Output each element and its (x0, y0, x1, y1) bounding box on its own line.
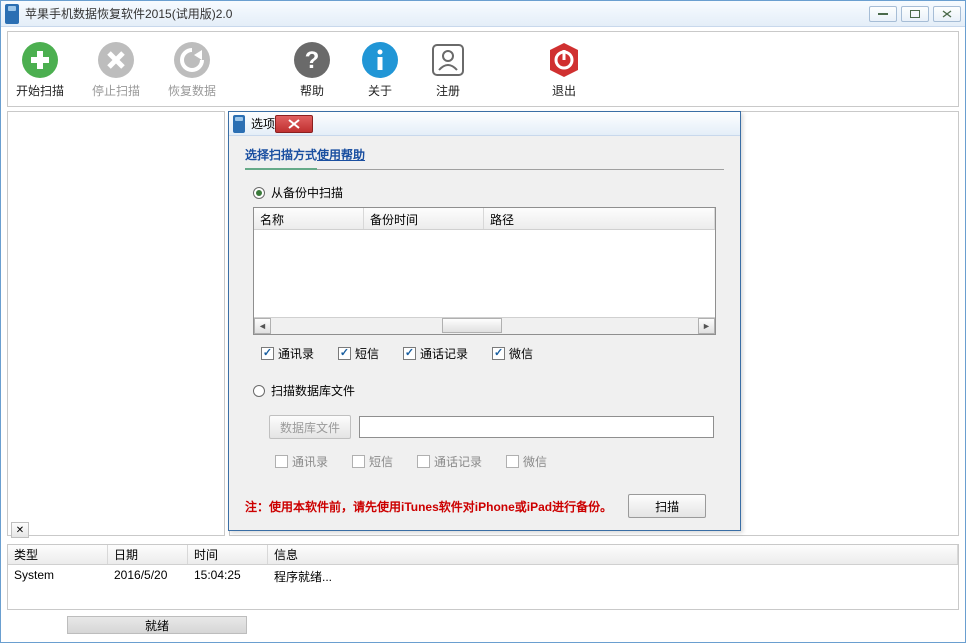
chk-wechat[interactable]: 微信 (492, 345, 533, 362)
checkbox-icon (506, 455, 519, 468)
power-icon (544, 40, 584, 80)
dialog-tabs: 选择扫描方式 使用帮助 (245, 146, 724, 170)
dialog-app-icon (233, 115, 245, 133)
play-plus-icon (20, 40, 60, 80)
log-col-time[interactable]: 时间 (188, 545, 268, 564)
stop-scan-button: 停止扫描 (92, 40, 140, 99)
titlebar: 苹果手机数据恢复软件2015(试用版)2.0 (1, 1, 965, 27)
help-button[interactable]: ? 帮助 (292, 40, 332, 99)
toolbar: 开始扫描 停止扫描 恢复数据 ? 帮助 关于 (7, 31, 959, 107)
log-col-type[interactable]: 类型 (8, 545, 108, 564)
chk-calllog-2: 通话记录 (417, 453, 482, 470)
app-icon (5, 4, 19, 24)
options-dialog: 选项 选择扫描方式 使用帮助 从备份中扫描 名称 备份时间 路径 ◄ ► (228, 111, 741, 531)
log-close-button[interactable]: ✕ (11, 522, 29, 538)
log-header: 类型 日期 时间 信息 (8, 545, 958, 565)
refresh-icon (172, 40, 212, 80)
scan-button[interactable]: 扫描 (628, 494, 706, 518)
scroll-right-icon[interactable]: ► (698, 318, 715, 334)
close-button[interactable] (933, 6, 961, 22)
checkbox-icon (492, 347, 505, 360)
register-button[interactable]: 注册 (428, 40, 468, 99)
start-scan-button[interactable]: 开始扫描 (16, 40, 64, 99)
user-icon (428, 40, 468, 80)
log-panel: 类型 日期 时间 信息 System 2016/5/20 15:04:25 程序… (7, 544, 959, 610)
col-name[interactable]: 名称 (254, 208, 364, 229)
checkbox-icon (275, 455, 288, 468)
backup-table[interactable]: 名称 备份时间 路径 ◄ ► (253, 207, 716, 335)
dbfile-path-input (359, 416, 714, 438)
chk-sms[interactable]: 短信 (338, 345, 379, 362)
tab-scan-method[interactable]: 选择扫描方式 (245, 146, 317, 170)
checkbox-icon (352, 455, 365, 468)
left-panel (7, 111, 225, 536)
scroll-left-icon[interactable]: ◄ (254, 318, 271, 334)
dialog-close-button[interactable] (275, 115, 313, 133)
scroll-thumb[interactable] (442, 318, 502, 333)
chk-calllog[interactable]: 通话记录 (403, 345, 468, 362)
chk-contacts[interactable]: 通讯录 (261, 345, 314, 362)
log-row[interactable]: System 2016/5/20 15:04:25 程序就绪... (8, 565, 958, 609)
checkbox-icon (261, 347, 274, 360)
col-path[interactable]: 路径 (484, 208, 715, 229)
checkbox-icon (338, 347, 351, 360)
window-title: 苹果手机数据恢复软件2015(试用版)2.0 (25, 5, 232, 22)
info-icon (360, 40, 400, 80)
radio-icon (253, 385, 265, 397)
statusbar: 就绪 (7, 614, 959, 636)
warning-note: 注：使用本软件前，请先使用iTunes软件对iPhone或iPad进行备份。 (245, 498, 612, 515)
chk-wechat-2: 微信 (506, 453, 547, 470)
table-hscrollbar[interactable]: ◄ ► (254, 317, 715, 334)
status-text: 就绪 (67, 616, 247, 634)
minimize-button[interactable] (869, 6, 897, 22)
dbfile-button: 数据库文件 (269, 415, 351, 439)
dialog-title: 选项 (251, 115, 275, 132)
stop-icon (96, 40, 136, 80)
exit-button[interactable]: 退出 (544, 40, 584, 99)
radio-scan-backup[interactable]: 从备份中扫描 (253, 184, 724, 201)
about-button[interactable]: 关于 (360, 40, 400, 99)
col-backup-time[interactable]: 备份时间 (364, 208, 484, 229)
log-col-info[interactable]: 信息 (268, 545, 958, 564)
radio-icon (253, 187, 265, 199)
help-link[interactable]: 使用帮助 (317, 146, 365, 163)
dialog-titlebar: 选项 (229, 112, 740, 136)
chk-sms-2: 短信 (352, 453, 393, 470)
help-icon: ? (292, 40, 332, 80)
recover-data-button: 恢复数据 (168, 40, 216, 99)
radio-scan-dbfile[interactable]: 扫描数据库文件 (253, 382, 724, 399)
maximize-button[interactable] (901, 6, 929, 22)
svg-text:?: ? (305, 47, 320, 74)
checkbox-icon (417, 455, 430, 468)
log-col-date[interactable]: 日期 (108, 545, 188, 564)
checkbox-icon (403, 347, 416, 360)
chk-contacts-2: 通讯录 (275, 453, 328, 470)
